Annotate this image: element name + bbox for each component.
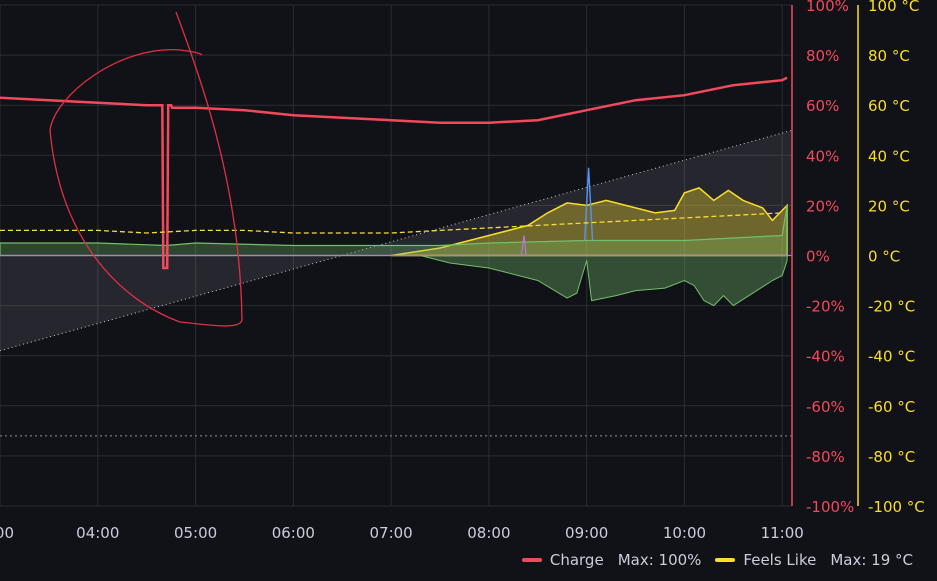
- right-axis-tick: -80 °C: [868, 448, 915, 466]
- legend-swatch-charge: [521, 558, 542, 562]
- left-axis-tick: -20%: [806, 298, 845, 316]
- right-axis-tick: 40 °C: [868, 147, 910, 165]
- x-axis-tick: 06:00: [272, 524, 315, 542]
- right-axis-tick: -20 °C: [868, 298, 915, 316]
- left-axis-tick: -40%: [806, 348, 845, 366]
- right-axis-tick: -60 °C: [868, 398, 915, 416]
- legend-swatch-feels-like: [715, 558, 736, 562]
- x-axis-tick: 05:00: [174, 524, 217, 542]
- right-axis-tick: 0 °C: [868, 248, 900, 266]
- x-axis-tick: 11:00: [761, 524, 804, 542]
- right-axis-tick: 100 °C: [868, 0, 919, 15]
- x-axis-tick: 00: [0, 524, 14, 542]
- left-axis-tick: -80%: [806, 448, 845, 466]
- legend-item-charge[interactable]: Charge Max: 100%: [521, 551, 702, 569]
- left-axis-tick: 40%: [806, 147, 839, 165]
- legend-stat-charge: Max: 100%: [617, 551, 702, 569]
- x-axis-tick: 04:00: [76, 524, 119, 542]
- legend-stat-feels-like: Max: 19 °C: [830, 551, 913, 569]
- right-axis-tick: -40 °C: [868, 348, 915, 366]
- left-axis-tick: 80%: [806, 47, 839, 65]
- left-axis-tick: 0%: [806, 248, 830, 266]
- chart-panel: 100% 80% 60% 40% 20% 0% -20% -40% -60% -80% -100% 1…: [0, 0, 937, 577]
- left-axis-tick: 60%: [806, 97, 839, 115]
- chart-svg: 100%80%60%40%20%0%-20%-40%-60%-80%-100%1…: [0, 0, 925, 542]
- left-axis-tick: -100%: [806, 498, 854, 516]
- right-axis-tick: 20 °C: [868, 197, 910, 215]
- left-axis-tick: 100%: [806, 0, 849, 15]
- left-axis-tick: 20%: [806, 197, 839, 215]
- left-axis-tick: -60%: [806, 398, 845, 416]
- legend-label-charge: Charge: [549, 551, 604, 569]
- legend-label-feels-like: Feels Like: [743, 551, 817, 569]
- right-axis-tick: -100 °C: [868, 498, 925, 516]
- area-green-negative: [420, 255, 788, 307]
- x-axis-tick: 08:00: [467, 524, 510, 542]
- x-axis-tick: 10:00: [663, 524, 706, 542]
- x-axis-tick: 09:00: [565, 524, 608, 542]
- legend-item-feels-like[interactable]: Feels Like Max: 19 °C: [715, 551, 913, 569]
- right-axis-tick: 60 °C: [868, 97, 910, 115]
- x-axis-tick: 07:00: [369, 524, 412, 542]
- right-axis-tick: 80 °C: [868, 47, 910, 65]
- legend: Charge Max: 100% Feels Like Max: 19 °C: [521, 551, 913, 569]
